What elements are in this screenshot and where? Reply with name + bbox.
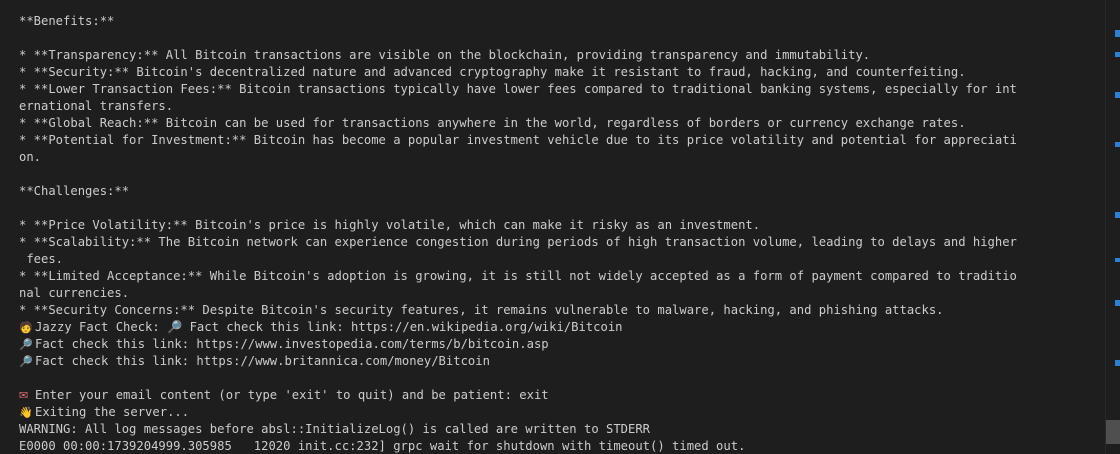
terminal-line-text: * **Transparency:** All Bitcoin transact… [19, 48, 871, 62]
magnifier-icon: 🔎 [19, 355, 33, 368]
terminal-line: * **Price Volatility:** Bitcoin's price … [19, 217, 1107, 234]
scroll-marker [1115, 92, 1120, 98]
terminal-line-text: * **Price Volatility:** Bitcoin's price … [19, 218, 761, 232]
terminal-line: E0000 00:00:1739204999.305985 12020 init… [19, 438, 1107, 454]
scroll-marker [1115, 142, 1120, 147]
terminal-line: * **Lower Transaction Fees:** Bitcoin tr… [19, 81, 1107, 98]
scroll-marker [1115, 30, 1120, 37]
terminal-line-text: on. [19, 150, 42, 164]
terminal-line: on. [19, 149, 1107, 166]
terminal-line-text: Exiting the server... [35, 405, 190, 419]
terminal-line-text: * **Lower Transaction Fees:** Bitcoin tr… [19, 82, 1017, 96]
terminal-line: 🔎 Fact check this link: https://www.brita… [19, 353, 1107, 370]
terminal-line: WARNING: All log messages before absl::I… [19, 421, 1107, 438]
scroll-marker [1115, 360, 1120, 366]
vertical-scrollbar[interactable] [1105, 0, 1120, 454]
terminal-line-text: Fact check this link: https://www.britan… [35, 354, 490, 368]
terminal-line-text: WARNING: All log messages before absl::I… [19, 422, 651, 436]
terminal-line-text: * **Security Concerns:** Despite Bitcoin… [19, 303, 944, 317]
terminal-line-text: * **Potential for Investment:** Bitcoin … [19, 133, 1017, 147]
terminal-line-text: Fact check this link: https://www.invest… [35, 337, 549, 351]
terminal-line-text: * **Scalability:** The Bitcoin network c… [19, 235, 1017, 249]
terminal-line: * **Potential for Investment:** Bitcoin … [19, 132, 1107, 149]
terminal-line: * **Transparency:** All Bitcoin transact… [19, 47, 1107, 64]
terminal-line: ernational transfers. [19, 98, 1107, 115]
scroll-marker [1115, 258, 1120, 262]
terminal-line: * **Global Reach:** Bitcoin can be used … [19, 115, 1107, 132]
terminal-line: **Benefits:** [19, 13, 1107, 30]
terminal-line-text: * **Global Reach:** Bitcoin can be used … [19, 116, 966, 130]
terminal-line-text: * **Security:** Bitcoin's decentralized … [19, 65, 966, 79]
terminal-line: * **Scalability:** The Bitcoin network c… [19, 234, 1107, 251]
terminal-line-text: Enter your email content (or type 'exit'… [35, 388, 549, 402]
magnifier-icon: 🔎 [19, 338, 33, 351]
terminal-line: 🔎 Fact check this link: https://www.inves… [19, 336, 1107, 353]
scroll-marker [1115, 52, 1120, 57]
envelope-icon: ✉ [19, 389, 29, 402]
terminal-line-text: * **Limited Acceptance:** While Bitcoin'… [19, 269, 1017, 283]
terminal-line: * **Security:** Bitcoin's decentralized … [19, 64, 1107, 81]
terminal-line: nal currencies. [19, 285, 1107, 302]
waving-hand-icon: 👋 [19, 406, 33, 419]
terminal-line: * **Limited Acceptance:** While Bitcoin'… [19, 268, 1107, 285]
terminal-line-text: ernational transfers. [19, 99, 174, 113]
terminal-line-text: **Challenges:** [19, 184, 130, 198]
terminal-line-text: Jazzy Fact Check: 🔎 Fact check this link… [35, 320, 623, 334]
terminal-line-text: **Benefits:** [19, 14, 115, 28]
terminal-line: * **Security Concerns:** Despite Bitcoin… [19, 302, 1107, 319]
scroll-thumb[interactable] [1106, 420, 1120, 444]
scroll-marker [1115, 300, 1120, 306]
person-icon: 🧑 [19, 321, 33, 334]
terminal-output: **Benefits:** * **Transparency:** All Bit… [19, 13, 1107, 454]
terminal-panel[interactable]: **Benefits:** * **Transparency:** All Bit… [0, 0, 1120, 454]
terminal-line-text: E0000 00:00:1739204999.305985 12020 init… [19, 439, 746, 453]
terminal-line: 🧑 Jazzy Fact Check: 🔎 Fact check this lin… [19, 319, 1107, 336]
terminal-line-text: fees. [19, 252, 64, 266]
terminal-line: fees. [19, 251, 1107, 268]
terminal-line: 👋 Exiting the server... [19, 404, 1107, 421]
terminal-line-text: nal currencies. [19, 286, 130, 300]
terminal-line: ✉ Enter your email content (or type 'exit… [19, 387, 1107, 404]
terminal-line: **Challenges:** [19, 183, 1107, 200]
scroll-marker [1115, 212, 1120, 218]
